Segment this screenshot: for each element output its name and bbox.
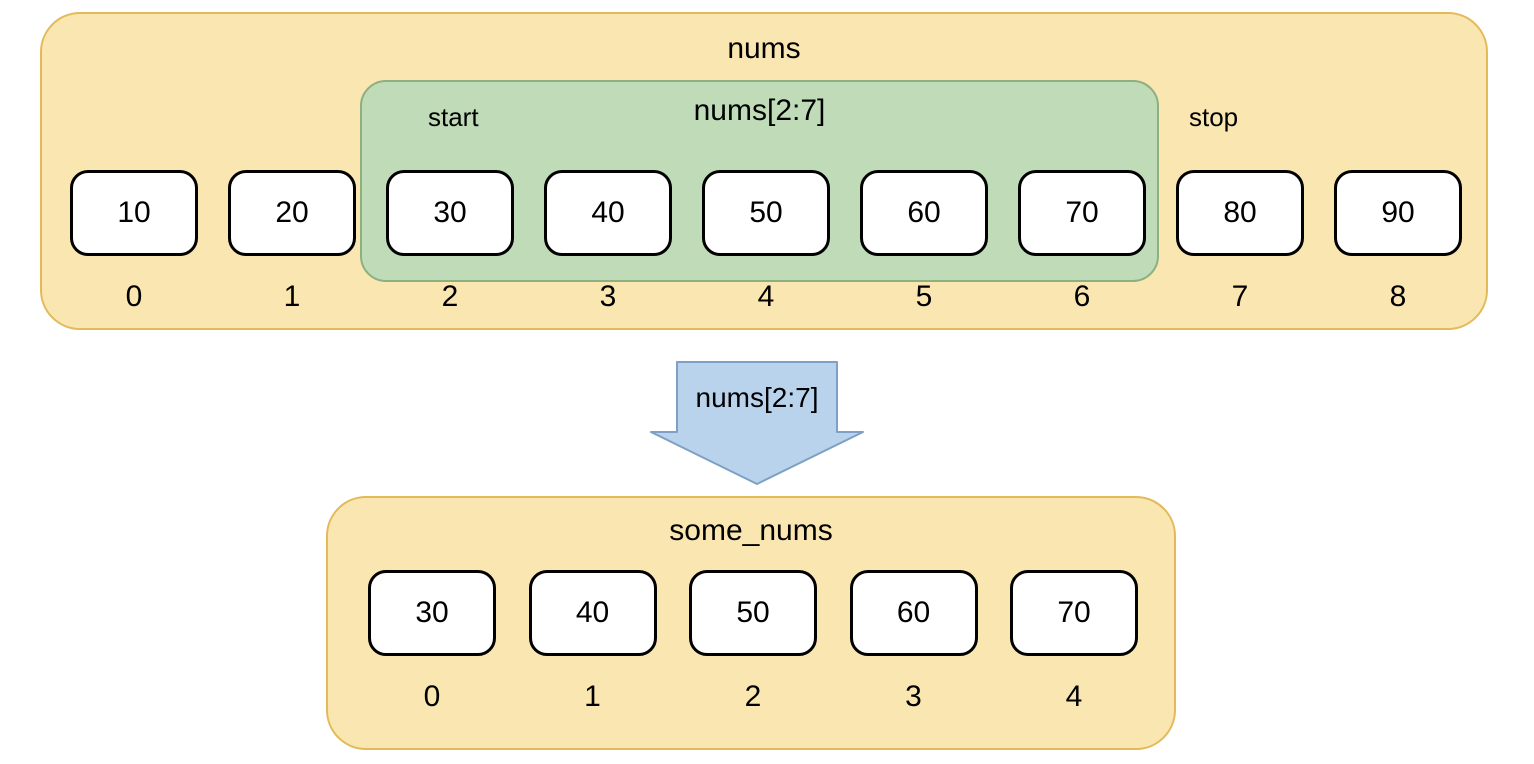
- nums-list-container: nums nums[2:7] start stop 10 0 20 1 30 2…: [40, 12, 1488, 330]
- some-nums-list-container: some_nums 30 0 40 1 50 2 60 3 70 4: [326, 496, 1176, 750]
- nums-cell: 10: [70, 170, 198, 256]
- some-nums-item: 30 0: [368, 570, 496, 714]
- some-nums-item: 40 1: [529, 570, 657, 714]
- nums-cell: 20: [228, 170, 356, 256]
- some-nums-cell: 40: [529, 570, 657, 656]
- some-nums-index: 1: [584, 680, 601, 714]
- nums-values-row: 10 0 20 1 30 2 40 3 50 4 60 5: [70, 170, 1462, 314]
- nums-item: 10 0: [70, 170, 198, 314]
- nums-cell: 90: [1334, 170, 1462, 256]
- arrow-label: nums[2:7]: [647, 382, 867, 414]
- start-label: start: [428, 102, 479, 133]
- nums-index: 6: [1074, 280, 1091, 314]
- some-nums-title: some_nums: [328, 514, 1174, 548]
- arrow-down-icon: [647, 358, 867, 488]
- some-nums-index: 3: [905, 680, 922, 714]
- slice-expression-label: nums[2:7]: [362, 94, 1157, 128]
- some-nums-index: 2: [745, 680, 762, 714]
- nums-cell: 30: [386, 170, 514, 256]
- some-nums-item: 70 4: [1010, 570, 1138, 714]
- some-nums-cell: 60: [850, 570, 978, 656]
- nums-index: 1: [284, 280, 301, 314]
- some-nums-index: 4: [1066, 680, 1083, 714]
- some-nums-cell: 50: [689, 570, 817, 656]
- some-nums-cell: 70: [1010, 570, 1138, 656]
- nums-index: 7: [1232, 280, 1249, 314]
- nums-cell: 60: [860, 170, 988, 256]
- nums-item: 30 2: [386, 170, 514, 314]
- slice-arrow: nums[2:7]: [647, 358, 867, 488]
- nums-title: nums: [42, 32, 1486, 66]
- nums-index: 0: [126, 280, 143, 314]
- nums-item: 90 8: [1334, 170, 1462, 314]
- nums-item: 60 5: [860, 170, 988, 314]
- nums-cell: 80: [1176, 170, 1304, 256]
- some-nums-index: 0: [424, 680, 441, 714]
- some-nums-item: 60 3: [850, 570, 978, 714]
- nums-item: 80 7: [1176, 170, 1304, 314]
- some-nums-values-row: 30 0 40 1 50 2 60 3 70 4: [368, 570, 1138, 714]
- some-nums-item: 50 2: [689, 570, 817, 714]
- nums-item: 50 4: [702, 170, 830, 314]
- nums-cell: 50: [702, 170, 830, 256]
- nums-cell: 70: [1018, 170, 1146, 256]
- nums-cell: 40: [544, 170, 672, 256]
- nums-index: 2: [442, 280, 459, 314]
- nums-item: 40 3: [544, 170, 672, 314]
- nums-index: 8: [1390, 280, 1407, 314]
- nums-item: 20 1: [228, 170, 356, 314]
- nums-index: 3: [600, 280, 617, 314]
- nums-index: 5: [916, 280, 933, 314]
- nums-item: 70 6: [1018, 170, 1146, 314]
- stop-label: stop: [1189, 102, 1238, 133]
- nums-index: 4: [758, 280, 775, 314]
- some-nums-cell: 30: [368, 570, 496, 656]
